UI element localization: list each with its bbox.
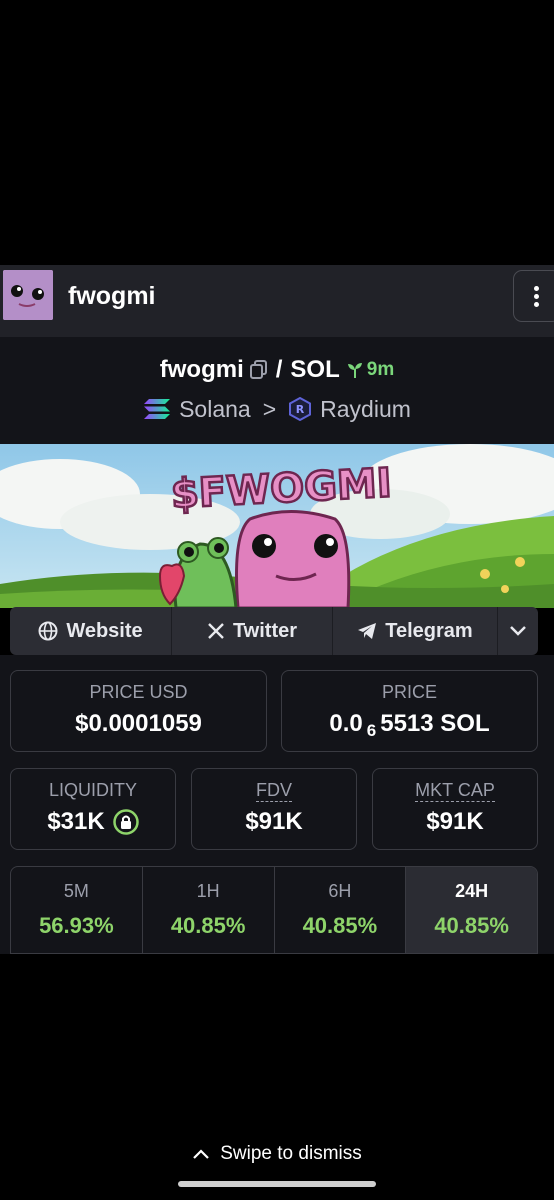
swipe-to-dismiss[interactable]: Swipe to dismiss	[0, 1140, 554, 1168]
tab-24h[interactable]: 24H 40.85%	[406, 867, 537, 953]
pair-age-value: 9m	[366, 359, 395, 380]
price-usd-label: PRICE USD	[89, 682, 188, 702]
pair-title: fwogmi / SOL 9m	[0, 354, 554, 386]
social-links-bar: Website Twitter Telegram	[10, 607, 538, 655]
x-logo-icon	[208, 623, 224, 639]
tab-5m[interactable]: 5M 56.93%	[11, 867, 143, 953]
fdv-card: FDV $91K	[191, 768, 357, 850]
raydium-icon: R	[288, 397, 312, 421]
price-native-label: PRICE	[381, 682, 437, 702]
price-change-tabs: 5M 56.93% 1H 40.85% 6H 40.85% 24H 40.85%	[10, 866, 538, 954]
telegram-link[interactable]: Telegram	[333, 607, 498, 655]
chevron-down-icon	[510, 626, 526, 636]
tab-6h[interactable]: 6H 40.85%	[275, 867, 407, 953]
pair-age: 9m	[346, 359, 394, 381]
twitter-link[interactable]: Twitter	[172, 607, 333, 655]
market-cap-label[interactable]: MKT CAP	[415, 780, 495, 802]
token-name: fwogmi	[68, 282, 156, 310]
telegram-icon	[358, 623, 377, 639]
breadcrumb-separator: >	[262, 395, 277, 422]
liquidity-label: LIQUIDITY	[48, 780, 137, 800]
price-native-card: PRICE 0.0 6 5513 SOL	[281, 670, 538, 752]
sprout-icon	[347, 363, 362, 378]
change-label: 6H	[328, 881, 352, 901]
solana-icon	[143, 398, 171, 420]
svg-text:R: R	[296, 403, 305, 416]
change-value: 40.85%	[302, 913, 378, 938]
copy-icon[interactable]	[249, 360, 268, 380]
fdv-value: $91K	[245, 808, 303, 835]
kebab-icon-dot-2	[534, 294, 539, 299]
twitter-link-label: Twitter	[232, 619, 298, 642]
more-options-button[interactable]	[513, 270, 554, 322]
swipe-to-dismiss-label: Swipe to dismiss	[220, 1143, 362, 1164]
globe-icon	[38, 621, 58, 641]
tab-1h[interactable]: 1H 40.85%	[143, 867, 275, 953]
home-indicator[interactable]	[178, 1181, 376, 1187]
change-value: 40.85%	[170, 913, 246, 938]
website-link[interactable]: Website	[10, 607, 172, 655]
price-zero-count: 6	[366, 721, 377, 740]
kebab-icon-dot-3	[534, 302, 539, 307]
change-label: 5M	[63, 881, 89, 901]
liquidity-value: $31K	[47, 808, 105, 835]
dex-name[interactable]: Raydium	[320, 396, 411, 423]
market-cap-value: $91K	[426, 808, 484, 835]
fdv-label[interactable]: FDV	[256, 780, 292, 802]
liquidity-card: LIQUIDITY $31K	[10, 768, 176, 850]
chain-name[interactable]: Solana	[179, 396, 251, 423]
price-usd-card: PRICE USD $0.0001059	[10, 670, 267, 752]
change-value: 40.85%	[434, 913, 509, 938]
website-link-label: Website	[66, 619, 143, 642]
chevron-up-icon	[193, 1149, 210, 1159]
price-usd-value: $0.0001059	[75, 710, 202, 737]
change-label: 24H	[455, 881, 489, 901]
market-cap-card: MKT CAP $91K	[372, 768, 538, 850]
telegram-link-label: Telegram	[385, 619, 473, 642]
change-value: 56.93%	[39, 913, 114, 938]
lock-icon[interactable]	[112, 809, 139, 835]
token-banner-image: $FWOGMI	[0, 444, 554, 608]
kebab-icon	[534, 286, 539, 291]
pair-base: fwogmi	[159, 356, 244, 383]
liquidity-value-row: $31K	[11, 807, 175, 837]
price-digits: 5513 SOL	[380, 710, 490, 737]
chain-breadcrumb: Solana > R Raydium	[0, 394, 554, 424]
token-avatar	[3, 270, 53, 320]
more-links-button[interactable]	[498, 607, 538, 655]
pair-slash: /	[275, 356, 283, 383]
price-prefix: 0.0	[329, 710, 363, 737]
price-native-value: 0.0 6 5513 SOL	[282, 709, 537, 746]
pair-quote: SOL	[290, 356, 340, 383]
change-label: 1H	[196, 881, 220, 901]
